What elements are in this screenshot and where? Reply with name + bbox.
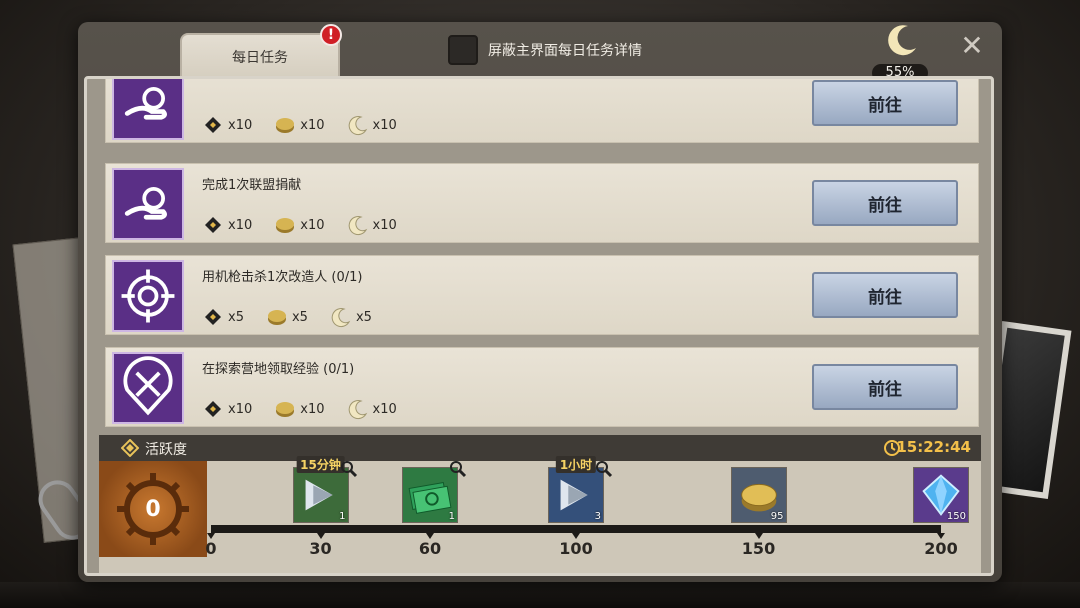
moon-icon	[348, 400, 367, 420]
reward-qty: x10	[300, 117, 325, 133]
reward-qty: x10	[300, 401, 325, 417]
background-bottom-strip	[0, 582, 1080, 608]
reward-qty: x10	[228, 117, 253, 133]
progress-tick-label: 150	[741, 539, 776, 558]
reward-qty: x10	[372, 117, 397, 133]
content-area: x10 x10 x10 前往 完成1次联盟捐献 x10 x10 x10 前往 用…	[84, 76, 994, 576]
task-row: x10 x10 x10 前往	[105, 79, 979, 143]
coin-icon	[276, 402, 295, 417]
task-rewards: x10 x10 x10	[202, 114, 397, 136]
task-rewards: x5 x5 x5	[202, 306, 372, 328]
task-row: 在探索营地领取经验 (0/1) x10 x10 x10 前往	[105, 347, 979, 427]
goto-button[interactable]: 前往	[812, 364, 958, 410]
task-rewards: x10 x10 x10	[202, 214, 397, 236]
progress-tick-label: 100	[559, 539, 593, 558]
reward-qty: x5	[291, 309, 308, 325]
chest-count: 150	[946, 511, 966, 522]
reward-chest[interactable]: 95	[730, 467, 787, 523]
task-row: 完成1次联盟捐献 x10 x10 x10 前往	[105, 163, 979, 243]
activity-diamond-icon	[121, 439, 139, 457]
activity-gear-badge: 0	[99, 461, 207, 557]
ticket-icon	[205, 217, 221, 233]
task-title: 完成1次联盟捐献	[202, 178, 302, 193]
reward-item: x10	[274, 398, 325, 420]
reset-timer: 15:22:44	[896, 438, 971, 456]
reward-chest[interactable]: 150	[913, 467, 969, 523]
reward-item: x10	[274, 114, 325, 136]
ticket-icon	[205, 401, 221, 417]
moon-icon	[348, 216, 367, 236]
activity-points: 0	[145, 496, 161, 522]
reward-item: x5	[330, 306, 372, 328]
coin-icon	[276, 218, 295, 233]
reward-item: x10	[347, 214, 397, 236]
reward-item: x10	[274, 214, 325, 236]
reward-item: x5	[202, 306, 244, 328]
reward-item: x10	[202, 114, 252, 136]
chest-count: 1	[448, 511, 455, 522]
chest-duration-label: 1小时	[555, 456, 597, 473]
chest-count: 3	[594, 511, 601, 522]
moon-icon	[888, 25, 916, 56]
goto-button[interactable]: 前往	[812, 272, 958, 318]
coin-icon	[267, 310, 286, 325]
activity-header: 活跃度 15:22:44	[99, 435, 981, 461]
reward-qty: x10	[228, 401, 253, 417]
reward-item: x10	[202, 398, 252, 420]
ticket-icon	[205, 309, 221, 325]
task-list[interactable]: x10 x10 x10 前往 完成1次联盟捐献 x10 x10 x10 前往 用…	[105, 79, 979, 435]
progress-tick-label: 0	[205, 539, 217, 558]
activity-progress: 0 0 30 60 100 150 200 15分钟 1 1 1小时 3 95 150	[99, 456, 981, 573]
magnifier-icon	[449, 460, 467, 478]
reward-qty: x10	[228, 217, 253, 233]
task-title: 用机枪击杀1次改造人 (0/1)	[202, 270, 363, 285]
donate-coin-icon	[112, 168, 184, 240]
progress-tick-label: 200	[924, 539, 958, 558]
magnifier-icon	[595, 460, 613, 478]
tab-daily-tasks[interactable]: 每日任务	[180, 33, 340, 79]
progress-tick-label: 30	[309, 539, 332, 558]
reward-chest[interactable]: 15分钟 1	[292, 456, 357, 523]
moon-icon	[331, 308, 351, 328]
task-title: 在探索营地领取经验 (0/1)	[202, 362, 355, 377]
close-button[interactable]: ✕	[956, 30, 988, 62]
reward-chest[interactable]: 1小时 3	[548, 456, 613, 523]
reward-item: x10	[347, 114, 397, 136]
hide-details-checkbox[interactable]	[448, 35, 478, 65]
chest-count: 1	[339, 511, 346, 522]
reward-qty: x5	[228, 309, 244, 325]
crosshair-icon	[112, 260, 184, 332]
task-row: 用机枪击杀1次改造人 (0/1) x5 x5 x5 前往	[105, 255, 979, 335]
reward-qty: x10	[372, 401, 397, 417]
coin-icon	[276, 118, 295, 133]
chest-duration-label: 15分钟	[296, 456, 345, 473]
reward-chest[interactable]: 1	[402, 461, 467, 523]
goto-button[interactable]: 前往	[812, 80, 958, 126]
hide-details-toggle[interactable]: 屏蔽主界面每日任务详情	[448, 33, 642, 67]
reward-item: x10	[202, 214, 252, 236]
reward-item: x10	[347, 398, 397, 420]
map-pin-cross-icon	[112, 352, 184, 424]
task-rewards: x10 x10 x10	[202, 398, 397, 420]
reward-item: x5	[266, 306, 308, 328]
activity-progress-bar	[211, 525, 941, 533]
chest-count: 95	[770, 511, 784, 522]
hide-details-label: 屏蔽主界面每日任务详情	[488, 43, 642, 59]
donate-coin-icon	[112, 79, 184, 140]
reward-qty: x10	[372, 217, 397, 233]
progress-tick-label: 60	[418, 539, 442, 558]
reward-qty: x5	[355, 309, 372, 325]
ticket-icon	[205, 117, 221, 133]
magnifier-icon	[340, 460, 358, 478]
tab-daily-tasks-label: 每日任务	[232, 50, 288, 66]
goto-button[interactable]: 前往	[812, 180, 958, 226]
alert-badge: !	[320, 24, 342, 46]
reward-qty: x10	[300, 217, 325, 233]
moon-progress: 55%	[872, 22, 928, 84]
moon-icon	[348, 116, 367, 136]
activity-label: 活跃度	[145, 442, 187, 458]
